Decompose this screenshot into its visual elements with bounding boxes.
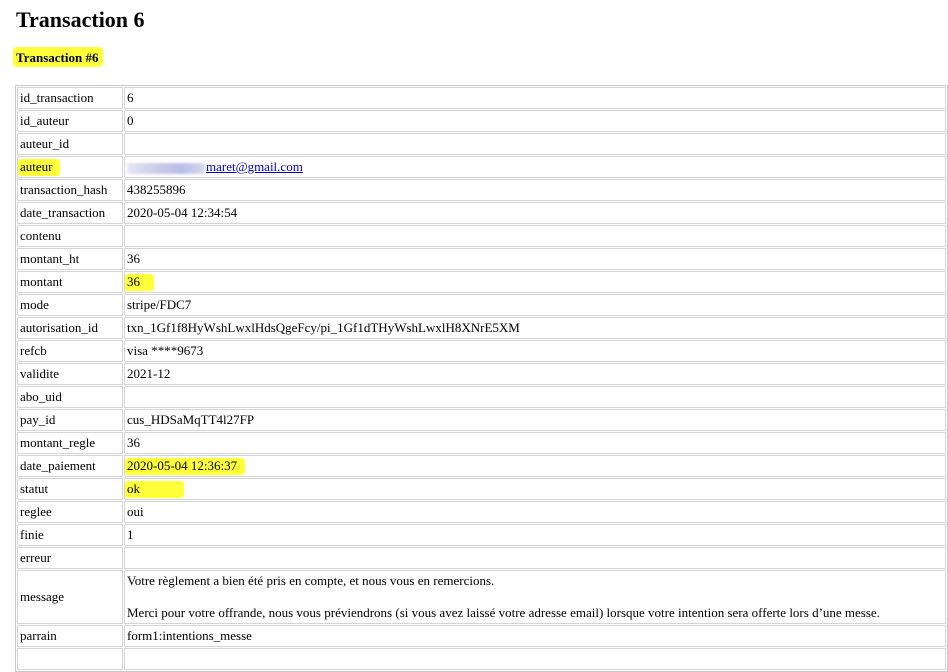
field-key: message <box>17 570 123 624</box>
table-row: erreur <box>17 547 946 569</box>
table-row: contenu <box>17 225 946 247</box>
field-key: id_transaction <box>17 87 123 109</box>
highlighted-value: 2020-05-04 12:36:37 <box>125 458 246 475</box>
table-row: id_transaction 6 <box>17 87 946 109</box>
field-key: abo_uid <box>17 386 123 408</box>
table-row: montant_regle 36 <box>17 432 946 454</box>
field-value: visa ****9673 <box>124 340 946 362</box>
table-row: date_transaction 2020-05-04 12:34:54 <box>17 202 946 224</box>
field-key: reglee <box>17 501 123 523</box>
table-row: message Votre règlement a bien été pris … <box>17 570 946 624</box>
table-row: montant_ht 36 <box>17 248 946 270</box>
table-row: pay_id cus_HDSaMqTT4l27FP <box>17 409 946 431</box>
field-value: oui <box>124 501 946 523</box>
field-key: validite <box>17 363 123 385</box>
redacted-blur <box>127 162 205 174</box>
field-key: refcb <box>17 340 123 362</box>
field-key: auteur_id <box>17 133 123 155</box>
field-key: autorisation_id <box>17 317 123 339</box>
field-key: finie <box>17 524 123 546</box>
field-value: 36 <box>124 432 946 454</box>
field-key: date_transaction <box>17 202 123 224</box>
field-key: pay_id <box>17 409 123 431</box>
highlighted-value: ok <box>125 481 184 498</box>
field-value: 438255896 <box>124 179 946 201</box>
field-value <box>124 133 946 155</box>
field-key: contenu <box>17 225 123 247</box>
field-value <box>124 648 946 670</box>
field-value: 6 <box>124 87 946 109</box>
table-row: montant 36 <box>17 271 946 293</box>
field-value: stripe/FDC7 <box>124 294 946 316</box>
table-row: date_paiement 2020-05-04 12:36:37 <box>17 455 946 477</box>
field-value: form1:intentions_messe <box>124 625 946 647</box>
field-value <box>124 225 946 247</box>
message-line: Votre règlement a bien été pris en compt… <box>127 573 495 588</box>
field-value: 2020-05-04 12:34:54 <box>124 202 946 224</box>
table-row: auteur maret@gmail.com <box>17 156 946 178</box>
field-key: mode <box>17 294 123 316</box>
section-title: Transaction #6 <box>13 47 104 67</box>
message-line: Merci pour votre offrande, nous vous pré… <box>127 605 880 620</box>
field-value: 1 <box>124 524 946 546</box>
field-value: ok <box>124 478 946 500</box>
field-key: montant <box>17 271 123 293</box>
field-key: statut <box>17 478 123 500</box>
table-row: refcb visa ****9673 <box>17 340 946 362</box>
table-row: mode stripe/FDC7 <box>17 294 946 316</box>
field-key: montant_ht <box>17 248 123 270</box>
table-row <box>17 648 946 670</box>
page-title: Transaction 6 <box>16 7 145 32</box>
table-row: id_auteur 0 <box>17 110 946 132</box>
field-value: 36 <box>124 271 946 293</box>
table-row: autorisation_id txn_1Gf1f8HyWshLwxlHdsQg… <box>17 317 946 339</box>
field-value: maret@gmail.com <box>124 156 946 178</box>
table-row: statut ok <box>17 478 946 500</box>
field-key: transaction_hash <box>17 179 123 201</box>
field-key: auteur <box>17 156 123 178</box>
field-value <box>124 386 946 408</box>
table-row: reglee oui <box>17 501 946 523</box>
field-key <box>17 648 123 670</box>
table-row: finie 1 <box>17 524 946 546</box>
field-key: id_auteur <box>17 110 123 132</box>
field-value: 2020-05-04 12:36:37 <box>124 455 946 477</box>
field-value: 2021-12 <box>124 363 946 385</box>
field-value: txn_1Gf1f8HyWshLwxlHdsQgeFcy/pi_1Gf1dTHy… <box>124 317 946 339</box>
field-key: parrain <box>17 625 123 647</box>
table-row: validite 2021-12 <box>17 363 946 385</box>
table-row: parrain form1:intentions_messe <box>17 625 946 647</box>
field-key: erreur <box>17 547 123 569</box>
field-key: date_paiement <box>17 455 123 477</box>
field-value <box>124 547 946 569</box>
author-email-link[interactable]: maret@gmail.com <box>206 159 303 174</box>
transaction-table: id_transaction 6 id_auteur 0 auteur_id a… <box>15 85 948 672</box>
table-row: transaction_hash 438255896 <box>17 179 946 201</box>
field-value: cus_HDSaMqTT4l27FP <box>124 409 946 431</box>
field-value: 0 <box>124 110 946 132</box>
highlighted-value: 36 <box>125 274 154 291</box>
field-value: 36 <box>124 248 946 270</box>
highlighted-key: auteur <box>18 159 61 176</box>
field-value: Votre règlement a bien été pris en compt… <box>124 570 946 624</box>
field-key: montant_regle <box>17 432 123 454</box>
table-row: abo_uid <box>17 386 946 408</box>
table-row: auteur_id <box>17 133 946 155</box>
